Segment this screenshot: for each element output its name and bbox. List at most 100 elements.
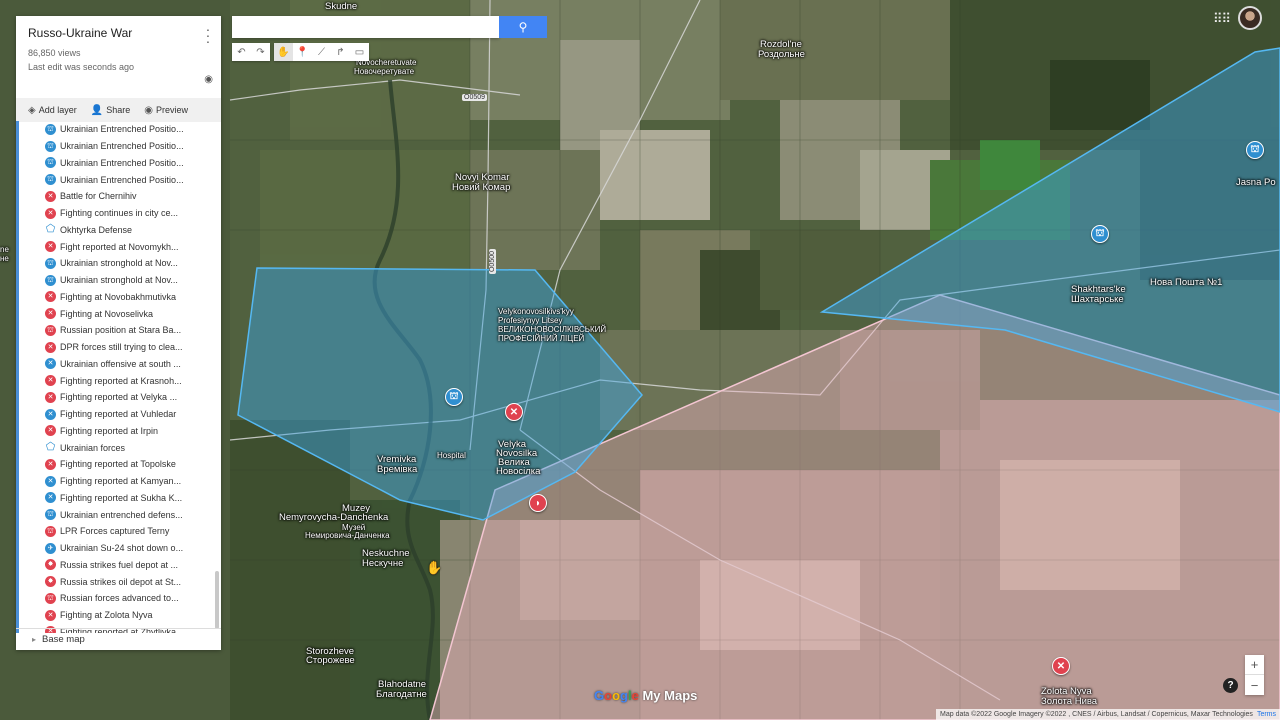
hand-cursor-icon: ✋ [426,560,443,575]
panel-scrollbar[interactable] [215,571,219,629]
fort-icon: ⛫ [45,274,56,286]
crossed-swords-icon: ✕ [45,341,56,353]
layer-item[interactable]: ✸ Russia strikes fuel depot at ... [19,557,221,574]
explosion-icon: ✸ [45,576,56,588]
layer-item[interactable]: ⛫ Russian position at Stara Ba... [19,322,221,339]
map-label-novi-komar-cyr: Новий Комар [452,182,511,193]
map-attribution: Map data ©2022 Google Imagery ©2022 , CN… [936,709,1280,720]
layer-item[interactable]: ✕ Fighting reported at Irpin [19,423,221,440]
ruler-icon[interactable]: ▭ [350,43,369,61]
layer-item[interactable]: ✕ Fighting continues in city ce... [19,205,221,222]
layer-item-label: Fighting continues in city ce... [60,208,179,219]
layer-item[interactable]: ⛫ Russian forces advanced to... [19,590,221,607]
layer-item[interactable]: ✕ Fighting at Novoselivka [19,305,221,322]
layer-item[interactable]: ✈ Ukrainian Su-24 shot down o... [19,540,221,557]
layer-item-label: Russia strikes fuel depot at ... [60,559,179,570]
fort-marker-jasna[interactable]: ⛫ [1246,141,1264,159]
apps-grid-icon[interactable]: ⠿⠿ [1213,11,1231,27]
layer-item-label: Battle for Chernihiv [60,191,137,202]
map-label-jasna-pol: Jasna Po [1236,177,1276,188]
fort-marker-velyka-novosilka[interactable]: ⛫ [445,388,463,406]
crossed-swords-icon: ✕ [45,458,56,470]
layer-item[interactable]: ✸ Russia strikes oil depot at St... [19,573,221,590]
panel-header: Russo-Ukraine War 86,850 views Last edit… [16,16,221,98]
layer-item[interactable]: ✕ Fighting reported at Velyka ... [19,389,221,406]
add-layer-button[interactable]: ◈ Add layer [28,105,77,116]
layer-item-label: Ukrainian Entrenched Positio... [60,157,184,168]
layer-item[interactable]: ✕ Fighting at Novobakhmutivka [19,289,221,306]
layer-item-label: Ukrainian stronghold at Nov... [60,258,178,269]
layer-item-list[interactable]: ⛫ Ukrainian Entrenched Positio... ⛫ Ukraini… [16,121,221,633]
terms-link[interactable]: Terms [1257,711,1276,718]
fort-icon: ⛫ [45,174,56,186]
zoom-control: + − [1245,655,1264,695]
layer-item-label: Fighting at Zolota Nyva [60,610,153,621]
more-options-icon[interactable]: · · · [203,22,213,48]
user-avatar[interactable] [1238,6,1262,30]
search-button[interactable]: ⚲ [499,16,547,38]
layer-item[interactable]: ✕ Ukrainian offensive at south ... [19,356,221,373]
base-map-toggle[interactable]: ▸ Base map [16,628,221,650]
map-label-neskuchne-cyr: Нескучне [362,558,404,569]
preview-label: Preview [155,104,188,115]
layer-item[interactable]: ⛫ Ukrainian Entrenched Positio... [19,121,221,138]
fort-marker-shakhtarske[interactable]: ⛫ [1091,225,1109,243]
mymaps-wordmark: My Maps [642,688,698,703]
layer-item[interactable]: ✕ Fighting reported at Sukha K... [19,490,221,507]
share-button[interactable]: 👤 Share [91,105,130,116]
layer-item[interactable]: ✕ Fighting reported at Kamyan... [19,473,221,490]
visibility-icon[interactable]: ◉ [204,74,213,85]
layer-item[interactable]: ⬠ Ukrainian forces [19,439,221,456]
map-label-nova-poshta: Нова Пошта №1 [1150,277,1223,288]
eye-icon: ◉ [144,104,153,116]
map-title[interactable]: Russo-Ukraine War [28,26,209,40]
fort-marker-russian[interactable]: ◗ [529,494,547,512]
search-input[interactable] [232,16,499,38]
layer-item[interactable]: ✕ Fighting reported at Topolske [19,456,221,473]
layer-item[interactable]: ⛫ Ukrainian stronghold at Nov... [19,255,221,272]
crossed-swords-icon: ✕ [45,391,56,403]
layer-item-label: LPR Forces captured Terny [60,526,170,537]
layer-item[interactable]: ✕ Battle for Chernihiv [19,188,221,205]
layer-item[interactable]: ⛫ Ukrainian Entrenched Positio... [19,171,221,188]
crossed-swords-icon: ✕ [1056,660,1066,672]
layer-item[interactable]: ⛫ Ukrainian Entrenched Positio... [19,155,221,172]
fort-icon: ⛫ [1095,227,1105,239]
layer-item-label: Fighting at Novobakhmutivka [60,291,177,302]
layer-item-label: Fighting reported at Sukha K... [60,492,183,503]
hand-pan-icon[interactable]: ✋ [274,43,293,61]
map-label-velyka-novosilka-4: Новосілка [496,466,541,477]
preview-button[interactable]: ◉ Preview [144,105,188,116]
redo-icon[interactable]: ↷ [251,43,270,61]
layer-item[interactable]: ✕ DPR forces still trying to clea... [19,339,221,356]
crossed-swords-icon: ✕ [45,425,56,437]
help-icon[interactable]: ? [1223,678,1238,693]
undo-icon[interactable]: ↶ [232,43,251,61]
layer-item[interactable]: ✕ Fighting at Zolota Nyva [19,607,221,624]
map-label-blahodatne-cyr: Благодатне [376,689,427,700]
directions-icon[interactable]: ↱ [331,43,350,61]
draw-line-icon[interactable]: ⟋ [312,43,331,61]
fort-icon: ⛫ [45,157,56,169]
layer-item-label: Ukrainian stronghold at Nov... [60,275,178,286]
layer-item[interactable]: ⬠ Okhtyrka Defense [19,222,221,239]
layer-item[interactable]: ⛫ Ukrainian Entrenched Positio... [19,138,221,155]
crossed-swords-icon: ✕ [509,406,519,418]
zoom-out-button[interactable]: − [1245,675,1264,695]
layer-item[interactable]: ✕ Fighting reported at Vuhledar [19,406,221,423]
layer-item[interactable]: ⛫ Ukrainian stronghold at Nov... [19,272,221,289]
layer-item[interactable]: ✕ Fight reported at Novomykh... [19,238,221,255]
map-label-lyceum-4: ПРОФЕСІЙНИЙ ЛІЦЕЙ [498,334,585,343]
battle-marker-velyka-novosilka[interactable]: ✕ [505,403,523,421]
view-count: 86,850 views [28,48,81,58]
crossed-swords-icon: ✕ [45,475,56,487]
add-marker-icon[interactable]: 📍 [293,43,312,61]
crossed-swords-icon: ✕ [45,609,56,621]
battle-marker-zolota-nyva[interactable]: ✕ [1052,657,1070,675]
crossed-swords-icon: ✕ [45,375,56,387]
layer-item[interactable]: ⛫ LPR Forces captured Terny [19,523,221,540]
layer-item[interactable]: ⛫ Ukrainian entrenched defens... [19,506,221,523]
panel-actions: ◈ Add layer 👤 Share ◉ Preview [16,98,221,122]
zoom-in-button[interactable]: + [1245,655,1264,675]
layer-item[interactable]: ✕ Fighting reported at Krasnoh... [19,372,221,389]
